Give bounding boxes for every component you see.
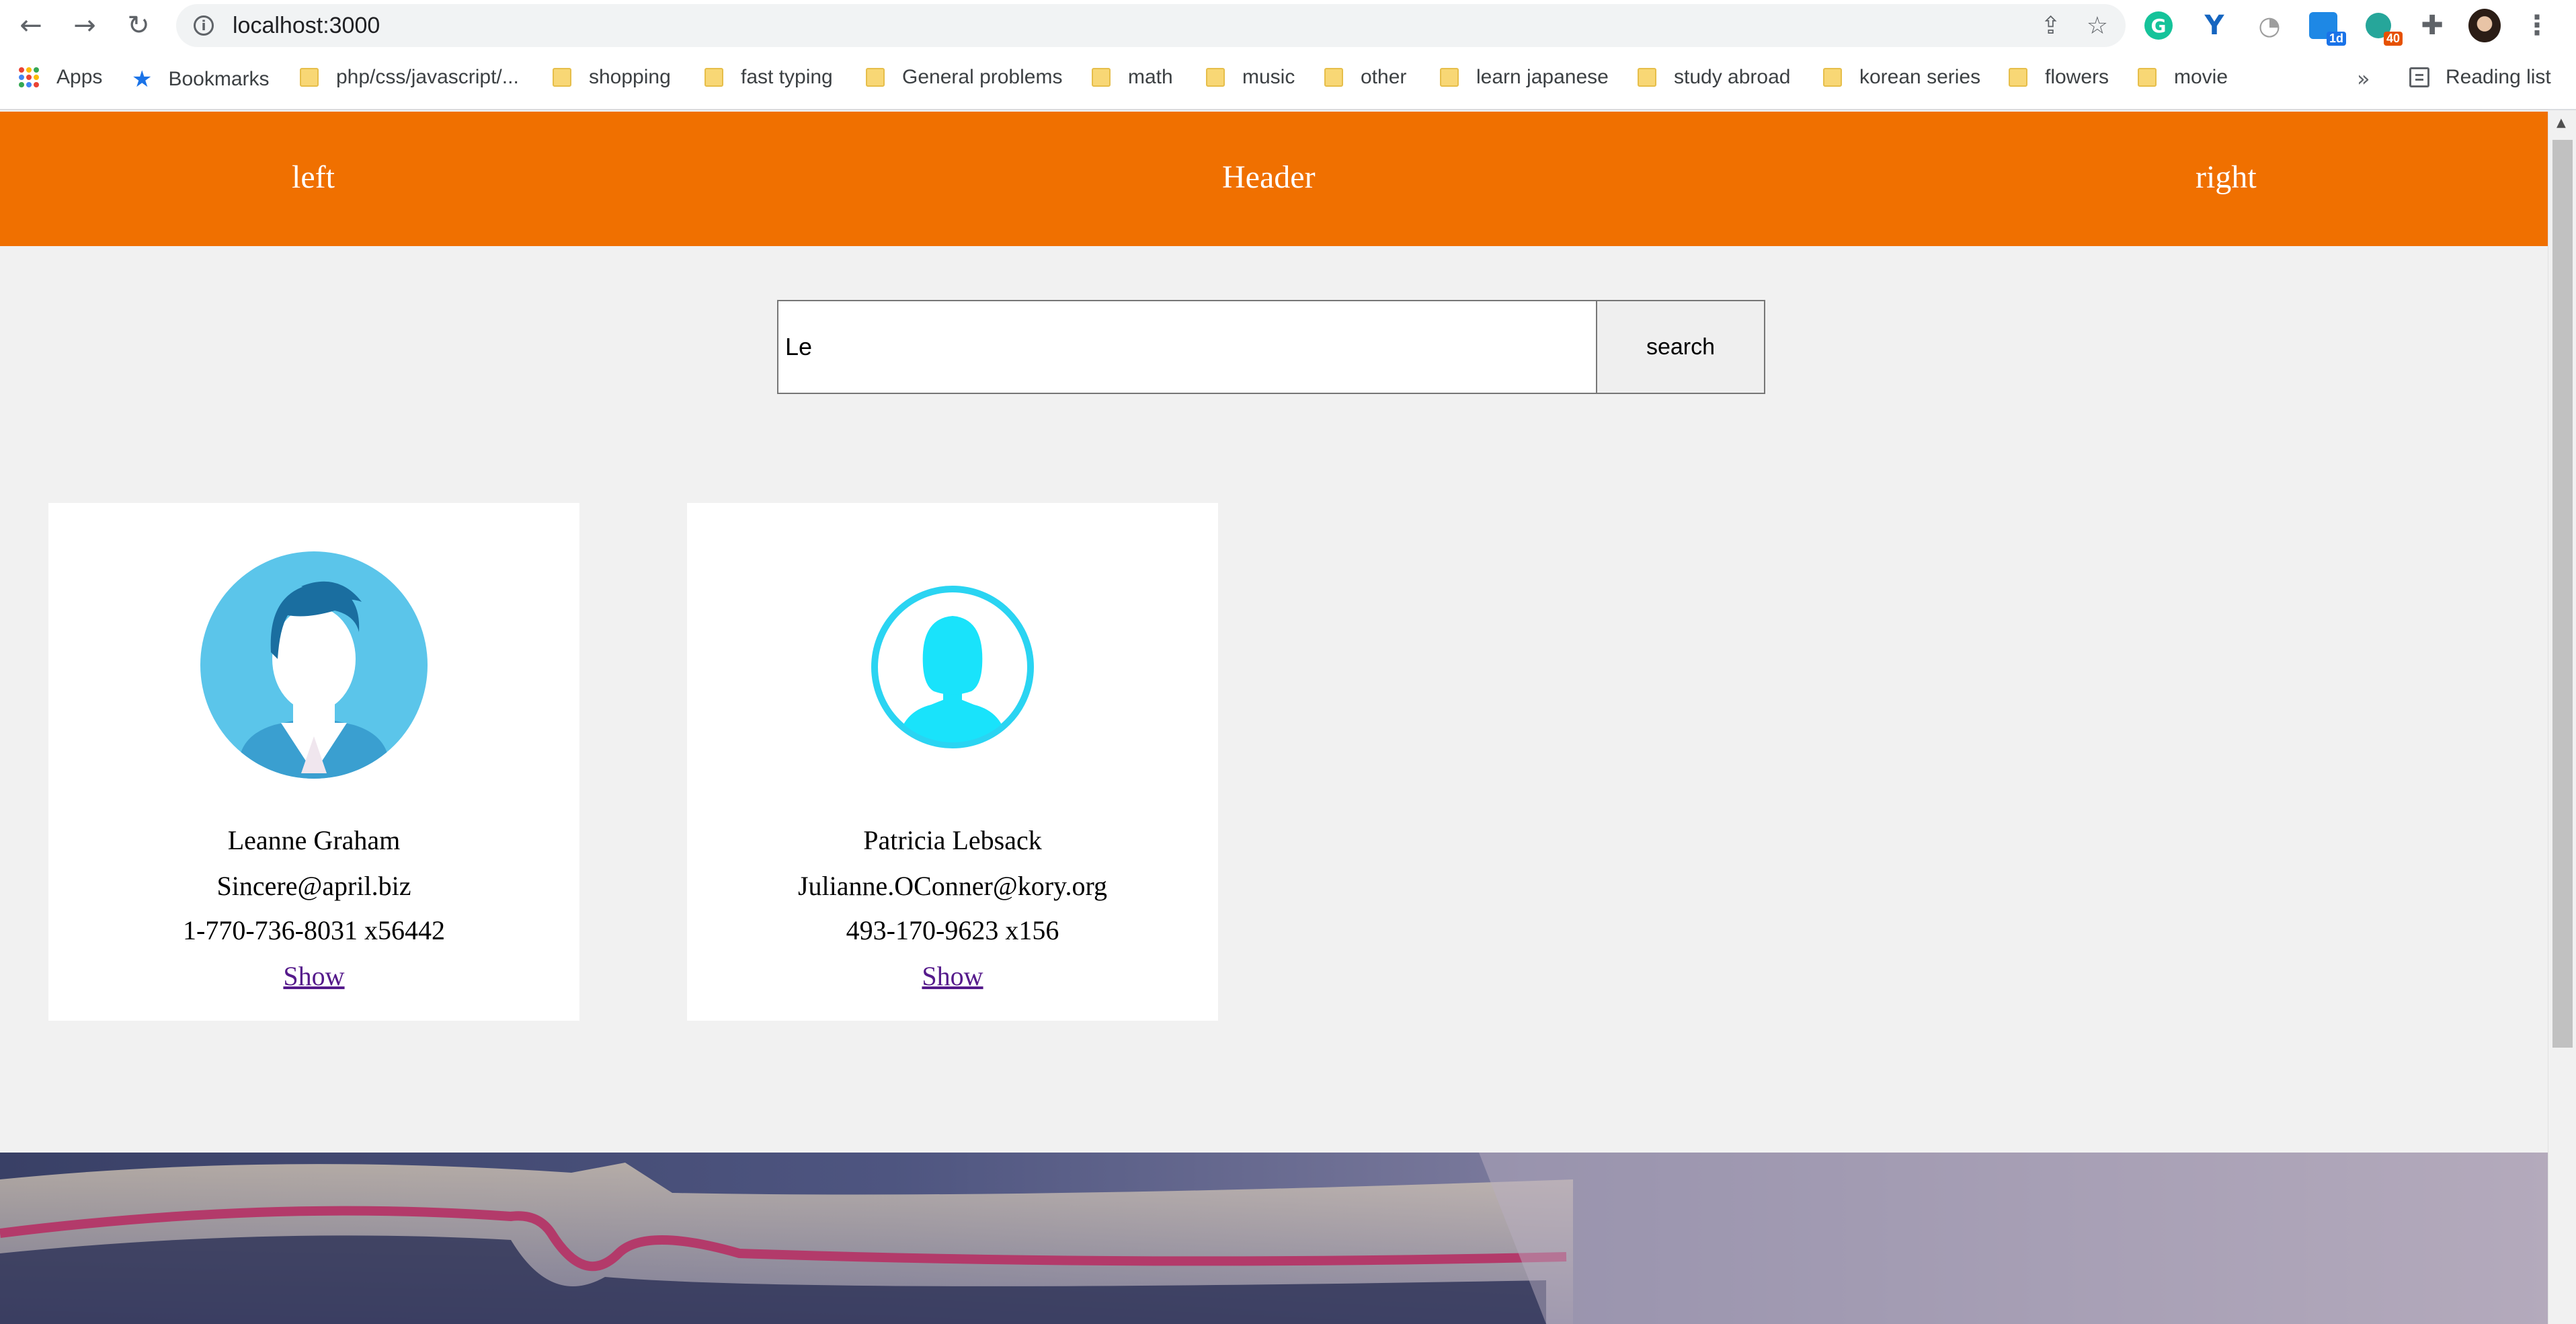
bookmark-bookmarks[interactable]: ★ Bookmarks (132, 66, 270, 93)
show-link[interactable]: Show (687, 960, 1218, 992)
chevron-right-icon: » (2357, 66, 2370, 91)
page-scrollbar[interactable]: ▲ (2548, 112, 2576, 1324)
tracker-icon[interactable]: 40 (2362, 9, 2403, 46)
menu-icon[interactable]: ⋮ (2521, 9, 2553, 42)
url-text[interactable]: localhost:3000 (233, 13, 380, 39)
bookmark-label: php/css/javascript/... (336, 66, 519, 88)
user-name: Leanne Graham (227, 825, 401, 855)
calendar-badge: 1d (2326, 32, 2346, 46)
reading-list-label: Reading list (2446, 66, 2551, 88)
timer-icon[interactable]: ◔ (2253, 9, 2286, 42)
bookmarks-bar: Apps ★ Bookmarks php/css/javascript/... … (0, 51, 2576, 110)
share-icon[interactable]: ⇪ (2041, 12, 2061, 40)
show-link[interactable]: Show (48, 960, 579, 992)
user-name: Patricia Lebsack (863, 825, 1042, 855)
folder-icon (2138, 68, 2157, 87)
bookmark-label: Apps (56, 66, 103, 88)
profile-avatar[interactable] (2468, 9, 2501, 42)
bookmark-folder-korean-series[interactable]: korean series (1823, 66, 1980, 89)
bookmark-folder-study-abroad[interactable]: study abroad (1638, 66, 1790, 89)
folder-icon (1206, 68, 1225, 87)
star-icon[interactable]: ☆ (2087, 12, 2108, 40)
folder-icon (866, 68, 885, 87)
vpn-icon[interactable]: Y (2198, 9, 2230, 42)
puzzle-icon[interactable]: ✚ (2416, 9, 2448, 42)
bookmark-label: music (1242, 66, 1295, 88)
calendar-icon[interactable]: 1d (2307, 9, 2346, 46)
folder-icon (1092, 68, 1111, 87)
bookmark-folder-general-problems[interactable]: General problems (866, 66, 1062, 89)
tracker-badge: 40 (2383, 32, 2403, 46)
header-left: left (292, 159, 335, 195)
user-email: Sincere@april.biz (216, 871, 411, 901)
search-input[interactable] (777, 300, 1597, 394)
folder-icon (553, 68, 571, 87)
site-info-icon[interactable]: i (194, 15, 214, 36)
apps-grid-icon (19, 67, 39, 87)
scroll-thumb[interactable] (2552, 140, 2573, 1048)
bookmark-label: other (1361, 66, 1407, 88)
bookmark-folder-math[interactable]: math (1092, 66, 1173, 89)
folder-icon (1324, 68, 1343, 87)
book-illustration (0, 1153, 2548, 1324)
bookmark-label: flowers (2045, 66, 2109, 88)
bookmark-folder-learn-japanese[interactable]: learn japanese (1440, 66, 1609, 89)
bookmark-folder-fast-typing[interactable]: fast typing (705, 66, 833, 89)
forward-arrow-icon: → (73, 10, 96, 41)
grammarly-icon[interactable]: G (2144, 11, 2173, 40)
folder-icon (705, 68, 723, 87)
bookmark-label: shopping (589, 66, 671, 88)
folder-icon (1823, 68, 1842, 87)
bookmark-label: math (1128, 66, 1173, 88)
star-icon: ★ (132, 66, 153, 93)
address-bar[interactable]: i localhost:3000 ⇪ ☆ (176, 4, 2126, 47)
bookmark-label: learn japanese (1476, 66, 1609, 88)
folder-icon (1440, 68, 1459, 87)
search-button[interactable]: search (1597, 300, 1765, 394)
bookmark-folder-php[interactable]: php/css/javascript/... (300, 66, 519, 89)
bookmark-label: fast typing (741, 66, 833, 88)
user-card: Patricia Lebsack Julianne.OConner@kory.o… (687, 503, 1218, 1021)
bookmark-label: General problems (902, 66, 1063, 88)
bookmark-folder-music[interactable]: music (1206, 66, 1295, 89)
user-card: Leanne Graham Sincere@april.biz 1-770-73… (48, 503, 579, 1021)
bookmark-apps[interactable]: Apps (19, 66, 102, 89)
reload-icon: ↻ (127, 10, 150, 41)
folder-icon (1638, 68, 1656, 87)
page-content: left Header right search Leanne Graham S… (0, 112, 2548, 1324)
bookmark-folder-other[interactable]: other (1324, 66, 1406, 89)
reading-list-button[interactable]: Reading list (2409, 66, 2551, 89)
bookmark-folder-movie[interactable]: movie (2138, 66, 2228, 89)
header-right: right (2196, 159, 2257, 195)
user-phone: 493-170-9623 x156 (846, 915, 1059, 945)
bookmark-folder-shopping[interactable]: shopping (553, 66, 671, 89)
bookmark-folder-flowers[interactable]: flowers (2009, 66, 2109, 89)
female-avatar-icon (871, 586, 1034, 748)
header-title: Header (1222, 159, 1316, 195)
folder-icon (300, 68, 319, 87)
user-phone: 1-770-736-8031 x56442 (183, 915, 445, 945)
bookmark-label: movie (2174, 66, 2228, 88)
reload-button[interactable]: ↻ (121, 8, 156, 43)
bookmark-label: study abroad (1674, 66, 1791, 88)
reading-list-icon (2409, 67, 2429, 87)
bookmark-label: Bookmarks (168, 68, 270, 90)
forward-button[interactable]: → (67, 8, 102, 43)
scroll-up-icon[interactable]: ▲ (2557, 116, 2566, 130)
search-form: search (777, 300, 1765, 394)
footer-book-image (0, 1153, 2548, 1324)
site-header: left Header right (0, 112, 2548, 246)
browser-toolbar: ← → ↻ i localhost:3000 ⇪ ☆ G Y ◔ 1d 40 ✚… (0, 0, 2576, 51)
male-avatar-icon (200, 551, 428, 779)
back-arrow-icon: ← (19, 10, 42, 41)
bookmarks-overflow-button[interactable]: » (2357, 66, 2370, 91)
bookmark-label: korean series (1859, 66, 1981, 88)
user-email: Julianne.OConner@kory.org (797, 871, 1108, 901)
back-button[interactable]: ← (13, 8, 48, 43)
folder-icon (2009, 68, 2027, 87)
